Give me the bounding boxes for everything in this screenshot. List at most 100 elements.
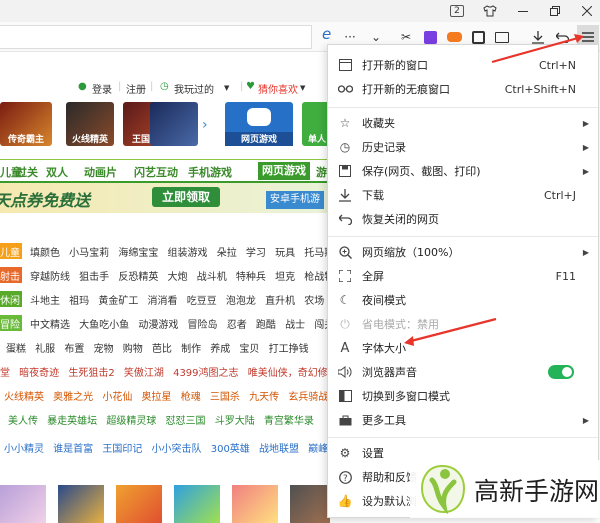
menu-item-restore-closed[interactable]: 恢复关闭的网页 (328, 207, 598, 231)
android-games-link[interactable]: 安卓手机游 (266, 191, 324, 209)
nav-divider: | (118, 81, 122, 92)
browser-main-menu: 打开新的窗口 Ctrl+N 打开新的无痕窗口 Ctrl+Shift+N ☆ 收藏… (327, 44, 599, 518)
star-icon: ☆ (339, 116, 351, 130)
game-thumb[interactable] (116, 485, 162, 523)
list-item: 冒险 中文精选 大鱼吃小鱼 动漫游戏 冒险岛 忍者 跑酷 战士 闯关 (0, 313, 334, 333)
game-category-list: 儿童 填颜色 小马宝莉 海绵宝宝 组装游戏 朵拉 学习 玩具 托马斯 射击 穿越防线… (0, 217, 349, 523)
watermark: 高新手游网 (410, 460, 600, 518)
zoom-icon (337, 244, 353, 260)
game-thumb[interactable]: 火线精英 (66, 102, 114, 146)
menu-item-new-window[interactable]: 打开新的窗口 Ctrl+N (328, 53, 598, 77)
menu-item-browser-sound[interactable]: 浏览器声音 (328, 360, 598, 384)
title-bar: 2 (0, 0, 600, 22)
recommend-link[interactable]: 猜你喜欢 (258, 81, 298, 96)
menu-divider (328, 437, 598, 438)
category-tab-active[interactable]: 网页游戏 (258, 162, 310, 180)
top-nav: ● 登录 | 注册 | ◷ 我玩过的 ▼ | ♥ 猜你喜欢 ▼ (0, 78, 330, 98)
settings-icon: ⚙ (339, 446, 351, 460)
history-icon: ◷ (339, 140, 351, 154)
menu-item-multi-window[interactable]: 切换到多窗口模式 (328, 384, 598, 408)
recent-games-link[interactable]: 我玩过的 (174, 81, 214, 96)
sound-toggle[interactable] (548, 365, 574, 379)
nav-divider: | (240, 81, 244, 92)
menu-item-power-save: ⏻ 省电模式：禁用 (328, 312, 598, 336)
font-size-icon: A (340, 340, 350, 356)
chevron-right-icon: ▶ (582, 415, 589, 425)
new-window-icon (337, 57, 353, 73)
menu-item-fullscreen[interactable]: 全屏 F11 (328, 264, 598, 288)
promo-banner[interactable]: 天点券免费送 立即领取 安卓手机游 (0, 183, 330, 213)
menu-item-font-size[interactable]: A 字体大小 (328, 336, 598, 360)
chevron-right-icon[interactable]: › (202, 117, 208, 133)
menu-item-save[interactable]: 保存(网页、截图、打印) ▶ (328, 159, 598, 183)
category-tab[interactable]: 游 (316, 164, 327, 180)
restore-window-icon[interactable] (540, 0, 570, 22)
download-icon (337, 187, 353, 203)
site-logo-icon (420, 464, 466, 514)
chevron-right-icon: ▶ (582, 247, 589, 257)
game-banner: 传奇霸主 火线精英 王国纪元 › 网页游戏 单人 (0, 99, 332, 167)
game-thumb[interactable] (150, 102, 198, 146)
game-thumb[interactable] (232, 485, 278, 523)
menu-divider (328, 236, 598, 237)
menu-item-more-tools[interactable]: 更多工具 ▶ (328, 408, 598, 432)
menu-item-zoom[interactable]: 网页缩放（100%） ▶ (328, 240, 598, 264)
default-browser-icon: 👍 (337, 494, 353, 508)
sound-icon (337, 364, 353, 380)
list-item: 火线精英 奥雅之光 小花仙 奥拉星 枪魂 三国杀 九天传 玄兵骑战 (4, 392, 329, 403)
game-thumb[interactable] (0, 485, 46, 523)
minimize-icon[interactable] (508, 0, 538, 22)
category-tab[interactable]: 双人 (46, 164, 68, 180)
watermark-text: 高新手游网 (474, 477, 600, 506)
game-thumb[interactable]: 传奇霸主 (0, 102, 52, 146)
game-thumb[interactable] (290, 485, 330, 523)
game-thumb[interactable] (174, 485, 220, 523)
list-item: 儿童 填颜色 小马宝莉 海绵宝宝 组装游戏 朵拉 学习 玩具 托马斯 (0, 241, 334, 261)
menu-item-download[interactable]: 下载 Ctrl+J (328, 183, 598, 207)
register-link[interactable]: 注册 (126, 81, 146, 96)
list-item: 射击 穿越防线 狙击手 反恐精英 大炮 战斗机 特种兵 坦克 枪战特警 (0, 265, 344, 285)
category-tab[interactable]: 手机游戏 (188, 164, 232, 180)
login-link[interactable]: 登录 (92, 81, 112, 96)
list-item: 小小精灵 谁是首富 王国印记 小小突击队 300英雄 战地联盟 巅峰冠军 (4, 444, 349, 455)
list-item: 美人传 暴走英雄坛 超级精灵球 怼怼三国 斗罗大陆 青宫繁华录 (8, 416, 314, 427)
chevron-right-icon: ▶ (582, 142, 589, 152)
gamepad-icon (247, 108, 271, 126)
menu-divider (328, 107, 598, 108)
category-tab[interactable]: 动画片 (84, 164, 117, 180)
list-item: 堂 暗夜奇迹 生死狙击2 笑傲江湖 4399鸿图之志 唯美仙侠，奇幻修仙 (0, 368, 338, 379)
caret-down-icon: ▼ (224, 84, 230, 92)
chevron-right-icon: ▶ (582, 166, 589, 176)
close-icon[interactable] (572, 0, 600, 22)
category-bar: 儿童 过关 双人 动画片 闪艺互动 手机游戏 网页游戏 游 (0, 159, 330, 183)
game-thumb[interactable] (58, 485, 104, 523)
menu-item-incognito[interactable]: 打开新的无痕窗口 Ctrl+Shift+N (328, 77, 598, 101)
claim-button[interactable]: 立即领取 (152, 187, 221, 207)
save-icon (337, 163, 353, 179)
shirt-skin-icon[interactable] (475, 0, 505, 22)
menu-item-night-mode[interactable]: ☾ 夜间模式 (328, 288, 598, 312)
list-item: 休闲 斗地主 祖玛 黄金矿工 消消看 吃豆豆 泡泡龙 直升机 农场 (0, 289, 330, 309)
toolbox-icon (337, 412, 353, 428)
game-thumb-strip (0, 479, 330, 523)
chevron-right-icon: ▶ (582, 118, 589, 128)
web-game-tile[interactable]: 网页游戏 (225, 102, 293, 146)
menu-item-favorites[interactable]: ☆ 收藏夹 ▶ (328, 111, 598, 135)
incognito-icon (337, 81, 353, 97)
caret-down-icon: ▼ (300, 84, 306, 92)
moon-icon: ☾ (339, 293, 351, 307)
address-bar[interactable]: e (0, 25, 331, 49)
compat-mode-icon[interactable]: e (322, 25, 331, 43)
nav-divider: | (150, 81, 154, 92)
power-save-icon: ⏻ (340, 316, 350, 331)
help-icon: ? (337, 469, 353, 485)
list-item: 蛋糕 礼服 布置 宠物 购物 芭比 制作 养成 宝贝 打工挣钱 (6, 344, 309, 355)
category-tab[interactable]: 过关 (16, 164, 38, 180)
category-tab[interactable]: 闪艺互动 (134, 164, 178, 180)
fullscreen-icon (337, 268, 353, 284)
tab-count-badge[interactable]: 2 (442, 0, 472, 22)
svg-text:?: ? (343, 474, 348, 484)
user-icon: ● (78, 81, 87, 92)
menu-item-history[interactable]: ◷ 历史记录 ▶ (328, 135, 598, 159)
promo-text: 天点券免费送 (0, 191, 91, 210)
